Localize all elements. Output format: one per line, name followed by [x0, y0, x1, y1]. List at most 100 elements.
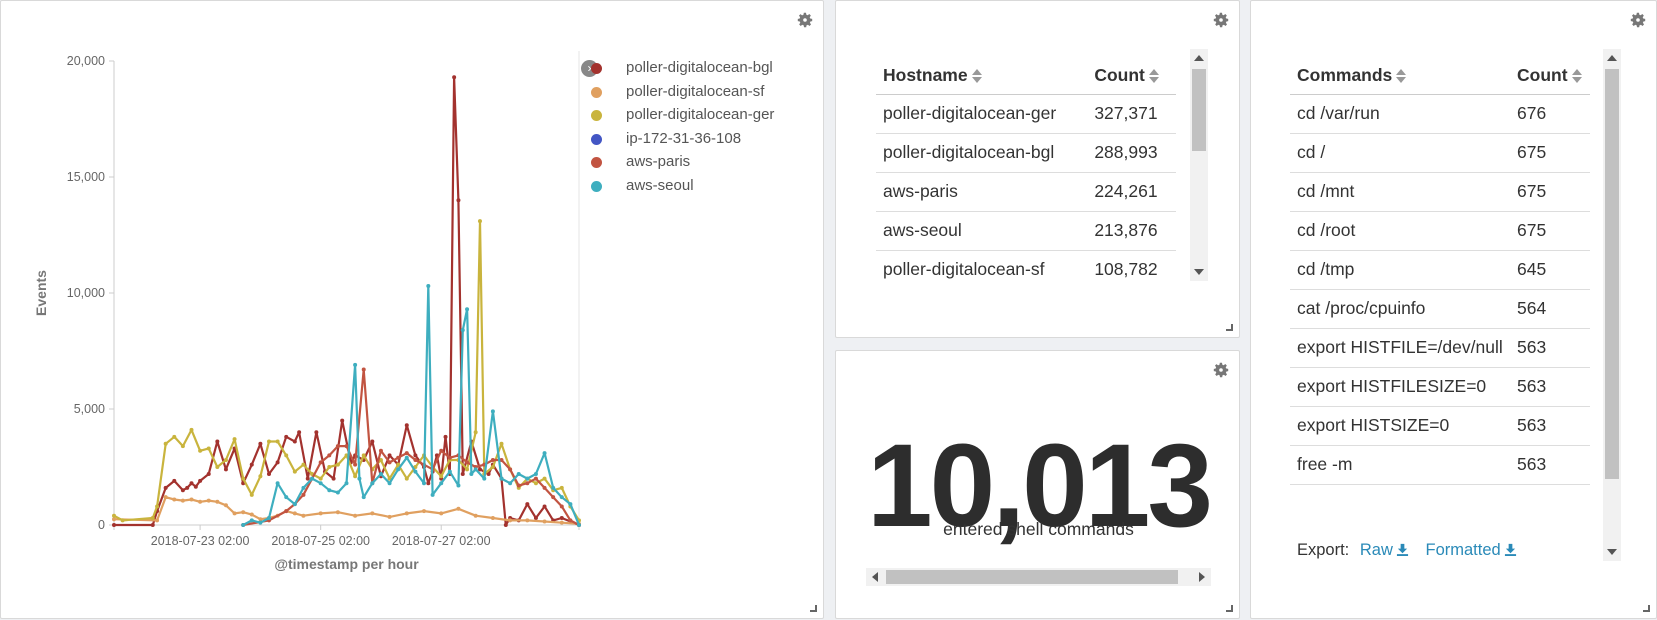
data-point [378, 471, 383, 476]
data-point [559, 516, 564, 521]
legend-item[interactable]: aws-seoul [583, 175, 774, 199]
metric-label: entered shell commands [943, 519, 1134, 539]
data-point [180, 444, 185, 449]
y-tick-label: 20,000 [67, 54, 105, 68]
data-point [533, 476, 538, 481]
legend-item[interactable]: poller-digitalocean-bgl [583, 57, 774, 81]
data-point [490, 409, 495, 414]
data-point [443, 434, 448, 439]
data-point [465, 467, 470, 472]
x-axis-title: @timestamp per hour [274, 556, 419, 572]
data-point [258, 520, 263, 525]
data-point [172, 497, 177, 502]
host-row: aws-seoul 213,876 [876, 211, 1176, 251]
data-point [241, 510, 246, 515]
host-row-label: aws-seoul [876, 211, 1088, 251]
data-point [439, 448, 444, 453]
command-row-label: export HISTFILESIZE=0 [1290, 367, 1510, 407]
data-point [465, 307, 470, 312]
command-row-count: 563 [1510, 328, 1590, 368]
command-row-label: free -m [1290, 445, 1510, 485]
data-point [559, 520, 564, 525]
data-point [387, 481, 392, 486]
sort-icon[interactable] [1149, 69, 1159, 83]
data-point [344, 481, 349, 486]
data-point [189, 427, 194, 432]
commands-table: Commands Count cd /var/run 676 cd /675 cd /… [1290, 57, 1590, 497]
command-row-label: cd / [1290, 133, 1510, 173]
hostname-table-panel: Hostname Count poller-digitalocean-ger 32… [835, 0, 1240, 338]
command-row-count: 675 [1510, 211, 1590, 251]
data-point [413, 453, 418, 458]
data-point [314, 430, 319, 435]
count-column-header[interactable]: Count [1087, 57, 1176, 95]
sort-icon[interactable] [972, 69, 982, 83]
data-point [275, 439, 280, 444]
export-bar: Export: Raw Formatted [1297, 541, 1517, 560]
sort-icon[interactable] [1572, 69, 1582, 83]
sort-icon[interactable] [1396, 69, 1406, 83]
commands-table-scrollbar[interactable] [1603, 49, 1621, 561]
export-formatted-link[interactable]: Formatted [1425, 541, 1516, 559]
data-point [301, 513, 306, 518]
data-point [297, 430, 302, 435]
data-point [353, 513, 358, 518]
export-raw-link[interactable]: Raw [1360, 541, 1409, 559]
data-point [559, 495, 564, 500]
legend-item[interactable]: poller-digitalocean-sf [583, 81, 774, 105]
data-point [361, 453, 366, 458]
data-point [258, 474, 263, 479]
data-point [318, 476, 323, 481]
data-point [533, 481, 538, 486]
resize-handle-icon[interactable] [810, 605, 817, 612]
resize-handle-icon[interactable] [1226, 324, 1233, 331]
count-column-header[interactable]: Count [1510, 57, 1590, 95]
legend-color-dot [591, 86, 602, 98]
y-tick-label: 15,000 [67, 170, 105, 184]
legend-item[interactable]: ip-172-31-36-108 [583, 128, 774, 152]
data-point [150, 516, 155, 521]
data-point [301, 485, 306, 490]
legend-color-dot [591, 133, 602, 145]
data-point [490, 458, 495, 463]
data-point [499, 476, 504, 481]
data-point [533, 516, 538, 521]
shell-commands-metric-panel: 10,013 entered shell commands [835, 350, 1240, 619]
resize-handle-icon[interactable] [1643, 605, 1650, 612]
data-point [508, 518, 513, 523]
hostname-column-header[interactable]: Hostname [876, 57, 1088, 95]
gear-icon[interactable] [1212, 11, 1230, 29]
data-point [310, 476, 315, 481]
command-row-label: cd /tmp [1290, 250, 1510, 290]
data-point [206, 498, 211, 503]
gear-icon[interactable] [1212, 361, 1230, 379]
command-row-count: 564 [1510, 289, 1590, 329]
data-point [426, 481, 431, 486]
data-point [292, 511, 297, 516]
data-point [568, 518, 573, 523]
gear-icon[interactable] [1629, 11, 1647, 29]
resize-handle-icon[interactable] [1226, 605, 1233, 612]
download-icon [1504, 543, 1516, 556]
data-point [292, 502, 297, 507]
metric-horizontal-scrollbar[interactable] [866, 568, 1211, 586]
commands-table-panel: Commands Count cd /var/run 676 cd /675 cd /… [1250, 0, 1657, 619]
commands-column-header[interactable]: Commands [1290, 57, 1510, 95]
data-point [223, 458, 228, 463]
command-row: cd /tmp 645 [1290, 250, 1590, 290]
command-row-count: 675 [1510, 133, 1590, 173]
data-point [232, 437, 237, 442]
data-point [361, 495, 366, 500]
legend-item[interactable]: poller-digitalocean-ger [583, 104, 774, 128]
data-point [267, 471, 271, 476]
data-point [327, 465, 332, 469]
data-point [490, 465, 495, 469]
hostname-table-scrollbar[interactable] [1190, 49, 1208, 281]
legend-item[interactable]: aws-paris [583, 151, 774, 175]
data-point [301, 492, 306, 497]
y-tick-label: 10,000 [67, 286, 105, 300]
data-point [301, 462, 306, 467]
data-point [353, 462, 358, 467]
data-point [275, 460, 280, 465]
data-point [456, 483, 461, 488]
